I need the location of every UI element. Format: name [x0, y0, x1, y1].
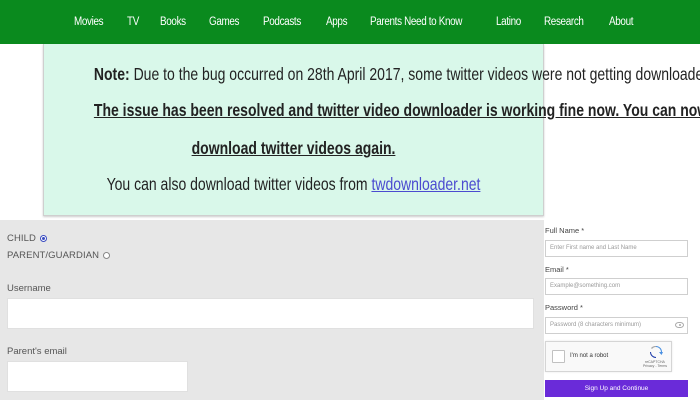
recaptcha-widget: I'm not a robot reCAPTCHA Privacy - Term…: [545, 341, 672, 372]
notice-resolved-line-2: download twitter videos again.: [191, 138, 396, 158]
nav-menu: Movies TV Books Games Podcasts Apps Pare…: [74, 0, 656, 44]
nav-item-about[interactable]: About: [609, 16, 633, 28]
nav-item-tv[interactable]: TV: [127, 16, 139, 28]
password-label: Password *: [545, 303, 583, 312]
recaptcha-text: I'm not a robot: [570, 353, 609, 359]
role-parent-label: PARENT/GUARDIAN: [7, 250, 100, 261]
notice-also-line: You can also download twitter videos fro…: [94, 174, 493, 195]
notice-box: Note: Due to the bug occurred on 28th Ap…: [43, 44, 700, 216]
role-child-label: CHILD: [7, 233, 37, 244]
role-parent-radio[interactable]: [103, 252, 111, 259]
parent-email-input[interactable]: [7, 361, 188, 392]
parent-email-label: Parent's email: [7, 346, 67, 357]
nav-item-parents-need-to-know[interactable]: Parents Need to Know: [370, 16, 462, 28]
role-parent-option[interactable]: PARENT/GUARDIAN: [7, 250, 111, 261]
child-signup-form: CHILD PARENT/GUARDIAN Username Parent's …: [0, 220, 544, 400]
sign-up-continue-button[interactable]: Sign Up and Continue: [545, 380, 688, 397]
top-nav: Movies TV Books Games Podcasts Apps Pare…: [0, 0, 700, 44]
nav-item-movies[interactable]: Movies: [74, 16, 104, 28]
nav-item-games[interactable]: Games: [209, 16, 240, 28]
role-child-option[interactable]: CHILD: [7, 233, 48, 244]
full-name-label: Full Name *: [545, 226, 585, 235]
notice-note-text: Due to the bug occurred on 28th April 20…: [129, 64, 700, 84]
notice-resolved-line-1: The issue has been resolved and twitter …: [93, 100, 700, 120]
email-label: Email *: [545, 265, 569, 274]
notice-note-label: Note:: [93, 64, 130, 84]
recaptcha-checkbox[interactable]: [552, 350, 565, 363]
nav-item-apps[interactable]: Apps: [326, 16, 348, 28]
recaptcha-terms[interactable]: Privacy - Terms: [643, 364, 667, 368]
show-password-eye-icon[interactable]: [675, 322, 684, 328]
recaptcha-brand: reCAPTCHA Privacy - Terms: [643, 360, 667, 368]
notice-note-line: Note: Due to the bug occurred on 28th Ap…: [93, 64, 700, 85]
recaptcha-logo-icon: [650, 346, 663, 358]
nav-item-books[interactable]: Books: [160, 16, 186, 28]
password-input[interactable]: Password (8 characters minimum): [545, 317, 688, 334]
nav-item-research[interactable]: Research: [544, 16, 584, 28]
twdownloader-link[interactable]: twdownloader.net: [371, 174, 480, 194]
notice-also-text: You can also download twitter videos fro…: [106, 174, 372, 194]
email-input[interactable]: Example@something.com: [545, 278, 688, 295]
role-child-radio[interactable]: [40, 235, 48, 242]
nav-item-latino[interactable]: Latino: [496, 16, 521, 28]
password-placeholder: Password (8 characters minimum): [550, 322, 642, 328]
page: Movies TV Books Games Podcasts Apps Pare…: [0, 0, 700, 400]
username-input[interactable]: [7, 298, 534, 329]
full-name-input[interactable]: Enter First name and Last Name: [545, 240, 688, 257]
username-label: Username: [7, 283, 51, 294]
nav-item-podcasts[interactable]: Podcasts: [263, 16, 301, 28]
